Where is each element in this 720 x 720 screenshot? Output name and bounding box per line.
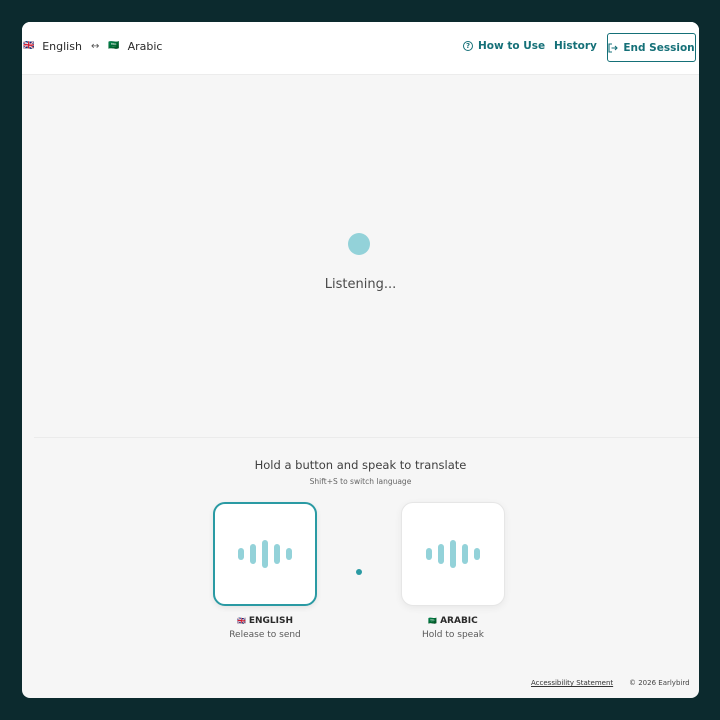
end-session-button[interactable]: End Session — [607, 33, 696, 62]
copyright: © 2026 Earlybird — [629, 679, 690, 687]
english-speak-button[interactable] — [213, 502, 317, 606]
how-to-use-label: How to Use — [478, 40, 546, 52]
exit-icon — [608, 42, 619, 53]
uk-flag-icon: 🇬🇧 — [23, 41, 35, 51]
app-window: 🇬🇧 English ↔ 🇸🇦 Arabic ? How to Use Hist… — [22, 22, 699, 698]
listening-status: Listening... — [324, 277, 397, 292]
shortcut-hint: Shift+S to switch language — [309, 477, 412, 486]
english-label: 🇬🇧 ENGLISH — [236, 616, 294, 626]
center-dot — [356, 569, 362, 575]
source-language: English — [42, 40, 82, 53]
instruction-title: Hold a button and speak to translate — [254, 458, 467, 472]
saudi-flag-icon: 🇸🇦 — [108, 41, 120, 51]
saudi-flag-icon: 🇸🇦 — [428, 617, 437, 625]
accessibility-statement-link[interactable]: Accessibility Statement — [531, 679, 613, 687]
top-bar: 🇬🇧 English ↔ 🇸🇦 Arabic ? How to Use Hist… — [22, 22, 699, 75]
end-session-label: End Session — [623, 41, 695, 54]
language-pair[interactable]: 🇬🇧 English ↔ 🇸🇦 Arabic — [23, 40, 162, 53]
history-link[interactable]: History — [554, 40, 597, 52]
arabic-speak-button[interactable] — [401, 502, 505, 606]
help-icon: ? — [463, 41, 473, 51]
how-to-use-link[interactable]: ? How to Use — [463, 40, 545, 52]
english-sublabel: Release to send — [229, 630, 301, 640]
listening-indicator — [348, 233, 370, 255]
waveform-icon — [426, 540, 480, 568]
swap-arrows-icon[interactable]: ↔ — [91, 41, 99, 52]
waveform-icon — [238, 540, 292, 568]
uk-flag-icon: 🇬🇧 — [236, 617, 246, 625]
arabic-label: 🇸🇦 ARABIC — [428, 616, 478, 626]
arabic-sublabel: Hold to speak — [422, 630, 484, 640]
divider — [34, 437, 699, 438]
target-language: Arabic — [127, 40, 163, 53]
